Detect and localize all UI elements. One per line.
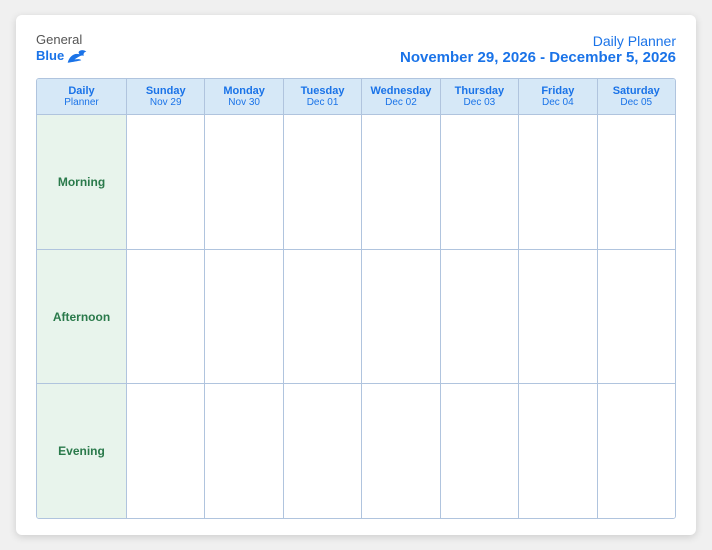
col-label-name: Daily [41,85,122,97]
row-label-morning: Morning [37,115,127,249]
cell-afternoon-sun[interactable] [127,250,205,384]
cell-morning-sat[interactable] [598,115,675,249]
title-block: Daily Planner November 29, 2026 - Decemb… [400,33,676,66]
calendar-body: Morning Afternoon [37,115,675,518]
col-header-label: Daily Planner [37,79,127,114]
cell-evening-sun[interactable] [127,384,205,518]
row-label-afternoon: Afternoon [37,250,127,384]
cell-morning-tue[interactable] [284,115,362,249]
date-range: November 29, 2026 - December 5, 2026 [400,49,676,66]
planner-page: General Blue Daily Planner November 29, … [16,15,696,535]
cell-evening-tue[interactable] [284,384,362,518]
cell-morning-wed[interactable] [362,115,440,249]
cell-morning-mon[interactable] [205,115,283,249]
col-header-mon: Monday Nov 30 [205,79,283,114]
cell-evening-thu[interactable] [441,384,519,518]
cell-evening-wed[interactable] [362,384,440,518]
cell-morning-fri[interactable] [519,115,597,249]
cell-evening-sat[interactable] [598,384,675,518]
col-header-tue: Tuesday Dec 01 [284,79,362,114]
col-header-fri: Friday Dec 04 [519,79,597,114]
header: General Blue Daily Planner November 29, … [36,33,676,66]
row-afternoon: Afternoon [37,250,675,385]
logo-blue: Blue [36,49,64,63]
cell-evening-mon[interactable] [205,384,283,518]
planner-title: Daily Planner [400,33,676,49]
cell-evening-fri[interactable] [519,384,597,518]
col-header-sun: Sunday Nov 29 [127,79,205,114]
logo-general: General [36,33,82,47]
cell-afternoon-fri[interactable] [519,250,597,384]
cell-afternoon-mon[interactable] [205,250,283,384]
cell-afternoon-thu[interactable] [441,250,519,384]
row-evening: Evening [37,384,675,518]
row-morning: Morning [37,115,675,250]
row-label-evening: Evening [37,384,127,518]
cell-morning-sun[interactable] [127,115,205,249]
cell-afternoon-tue[interactable] [284,250,362,384]
logo-bird-icon [66,47,88,65]
col-header-sat: Saturday Dec 05 [598,79,675,114]
cell-afternoon-sat[interactable] [598,250,675,384]
cell-morning-thu[interactable] [441,115,519,249]
cell-afternoon-wed[interactable] [362,250,440,384]
calendar: Daily Planner Sunday Nov 29 Monday Nov 3… [36,78,676,519]
col-header-thu: Thursday Dec 03 [441,79,519,114]
col-label-sub: Planner [41,97,122,108]
calendar-header: Daily Planner Sunday Nov 29 Monday Nov 3… [37,79,675,115]
col-header-wed: Wednesday Dec 02 [362,79,440,114]
logo: General Blue [36,33,88,65]
